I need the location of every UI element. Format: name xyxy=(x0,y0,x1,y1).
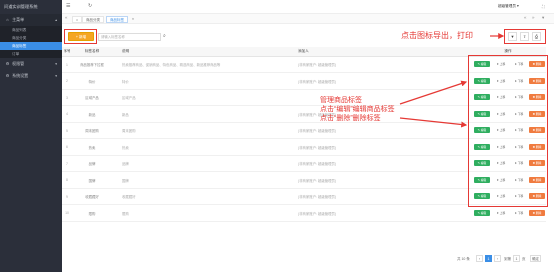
page-1[interactable]: 1 xyxy=(485,255,492,262)
arrow-to-edit xyxy=(399,80,468,105)
arrow-to-delete xyxy=(399,117,468,128)
page-confirm-button[interactable]: 确定 xyxy=(530,255,541,262)
page-prev-icon[interactable]: ‹ xyxy=(476,255,483,262)
pagination-goto: 到第 xyxy=(504,257,511,261)
app-window: 问道实训管理系统 ⌂ 主菜单 ▴ 商品列表 商品分类 商品标签 订单 ⚙ 权限管… xyxy=(0,0,554,272)
annotation-arrows xyxy=(399,33,505,128)
pagination-unit: 页 xyxy=(522,257,526,261)
page-input[interactable]: 1 xyxy=(513,255,520,262)
page-next-icon[interactable]: › xyxy=(494,255,501,262)
pagination-total: 共 10 条 xyxy=(457,257,470,261)
